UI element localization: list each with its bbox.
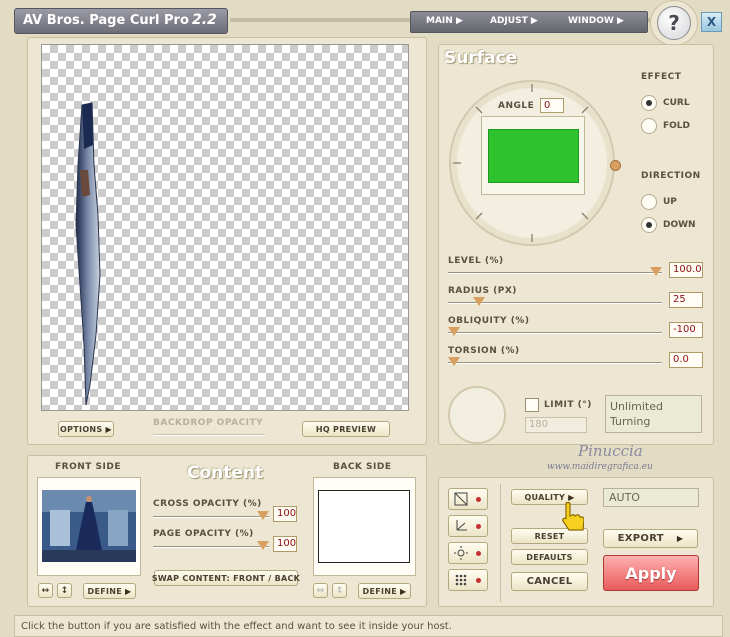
quality-value: AUTO (603, 488, 699, 507)
status-text: Click the button if you are satisfied wi… (21, 621, 452, 632)
watermark-name: Pinuccia (578, 442, 643, 460)
level-slider-thumb[interactable] (650, 267, 662, 276)
direction-down-radio[interactable] (641, 217, 657, 233)
front-side-thumbnail (42, 490, 136, 562)
content-title: Content (187, 463, 264, 483)
back-define-button[interactable]: DEFINE ▶ (358, 583, 411, 599)
cross-opacity-thumb[interactable] (257, 511, 269, 520)
radius-input[interactable]: 25 (669, 292, 703, 308)
export-arrow-icon: ▶ (676, 534, 684, 543)
menu-main[interactable]: MAIN ▶ (426, 16, 463, 26)
torsion-input[interactable]: 0.0 (669, 352, 703, 368)
limit-status: Unlimited Turning (605, 395, 702, 433)
help-button[interactable]: ? (657, 6, 691, 40)
back-flip-vertical-button[interactable]: ↕ (332, 583, 347, 598)
close-button[interactable]: X (701, 12, 722, 32)
obliquity-slider-thumb[interactable] (448, 327, 460, 336)
actions-divider (500, 484, 501, 602)
tool-grid-button[interactable] (448, 488, 488, 510)
menu-adjust[interactable]: ADJUST ▶ (490, 16, 538, 26)
limit-dial[interactable] (448, 386, 506, 444)
torsion-slider-thumb[interactable] (448, 357, 460, 366)
effect-fold-radio[interactable] (641, 118, 657, 134)
front-side-label: FRONT SIDE (55, 462, 121, 472)
torsion-slider[interactable] (448, 357, 662, 366)
front-define-arrow-icon: ▶ (125, 586, 132, 596)
apply-label: Apply (625, 563, 677, 583)
front-flip-vertical-button[interactable]: ↕ (57, 583, 72, 598)
limit-label[interactable]: LIMIT (°) (544, 400, 592, 410)
tool-light-button[interactable] (448, 542, 488, 564)
angle-knob[interactable] (610, 160, 621, 171)
options-arrow-icon: ▶ (105, 424, 112, 434)
quality-arrow-icon: ▶ (568, 492, 575, 502)
torsion-label: TORSION (%) (448, 346, 520, 356)
level-label: LEVEL (%) (448, 256, 504, 266)
title-bar: AV Bros. Page Curl Pro 2.2 (14, 8, 228, 34)
radius-label: RADIUS (PX) (448, 286, 517, 296)
hq-preview-button[interactable]: HQ PREVIEW (302, 421, 390, 437)
help-icon: ? (668, 11, 680, 35)
options-button[interactable]: OPTIONS ▶ (58, 421, 114, 437)
obliquity-input[interactable]: -100 (669, 322, 703, 338)
apply-button[interactable]: Apply (603, 555, 699, 591)
cross-opacity-label: CROSS OPACITY (%) (153, 499, 262, 509)
limit-input[interactable]: 180 (525, 417, 587, 433)
pointer-hand-icon (562, 502, 584, 531)
menu-window[interactable]: WINDOW ▶ (568, 16, 624, 26)
direction-down-label[interactable]: DOWN (663, 220, 696, 230)
close-icon: X (706, 15, 717, 29)
back-define-arrow-icon: ▶ (400, 586, 407, 596)
obliquity-label: OBLIQUITY (%) (448, 316, 530, 326)
grid-icon (454, 492, 468, 506)
angle-label: ANGLE (498, 101, 535, 111)
backdrop-opacity-slider[interactable] (153, 434, 265, 436)
app-version: 2.2 (192, 12, 217, 28)
back-flip-horizontal-button[interactable]: ↔ (313, 583, 328, 598)
defaults-button[interactable]: DEFAULTS (511, 549, 588, 565)
level-input[interactable]: 100.0 (669, 262, 703, 278)
dots-icon (455, 574, 467, 586)
direction-up-label[interactable]: UP (663, 197, 677, 207)
curled-page-image (75, 102, 101, 406)
back-side-label: BACK SIDE (333, 462, 392, 472)
limit-status-text: Unlimited Turning (610, 400, 663, 428)
effect-curl-label[interactable]: CURL (663, 98, 690, 108)
angle-input[interactable]: 0 (540, 98, 564, 113)
preview-canvas (41, 44, 409, 411)
page-opacity-label: PAGE OPACITY (%) (153, 529, 254, 539)
effect-label: EFFECT (641, 72, 682, 82)
menu-bar: MAIN ▶ ADJUST ▶ WINDOW ▶ (410, 11, 648, 33)
limit-checkbox[interactable] (525, 398, 539, 412)
axis-icon (456, 520, 467, 531)
radius-slider-thumb[interactable] (473, 297, 485, 306)
obliquity-slider[interactable] (448, 327, 662, 336)
page-opacity-thumb[interactable] (257, 541, 269, 550)
page-opacity-input[interactable]: 100 (273, 536, 297, 552)
tool-pattern-button[interactable] (448, 569, 488, 591)
cross-opacity-input[interactable]: 100 (273, 506, 297, 522)
watermark-url: www.maidiregrafica.eu (547, 462, 653, 472)
export-button[interactable]: EXPORT ▶ (603, 529, 698, 548)
cross-opacity-slider[interactable] (153, 511, 269, 520)
swap-content-button[interactable]: SWAP CONTENT: FRONT / BACK (152, 570, 300, 586)
backdrop-opacity-label: BACKDROP OPACITY (153, 418, 264, 428)
effect-fold-label[interactable]: FOLD (663, 121, 690, 131)
front-flip-horizontal-button[interactable]: ↔ (38, 583, 53, 598)
surface-title: Surface (444, 48, 518, 68)
light-icon (454, 546, 468, 560)
direction-label: DIRECTION (641, 171, 701, 181)
tool-axis-button[interactable] (448, 515, 488, 537)
cancel-button[interactable]: CANCEL (511, 572, 588, 591)
surface-preview-image (488, 129, 579, 183)
direction-up-radio[interactable] (641, 194, 657, 210)
status-bar: Click the button if you are satisfied wi… (14, 615, 723, 637)
level-slider[interactable] (448, 267, 662, 276)
back-side-thumbnail (318, 490, 410, 563)
page-opacity-slider[interactable] (153, 541, 269, 550)
radius-slider[interactable] (448, 297, 662, 306)
front-define-button[interactable]: DEFINE ▶ (83, 583, 136, 599)
app-title: AV Bros. Page Curl Pro (23, 13, 189, 28)
effect-curl-radio[interactable] (641, 95, 657, 111)
